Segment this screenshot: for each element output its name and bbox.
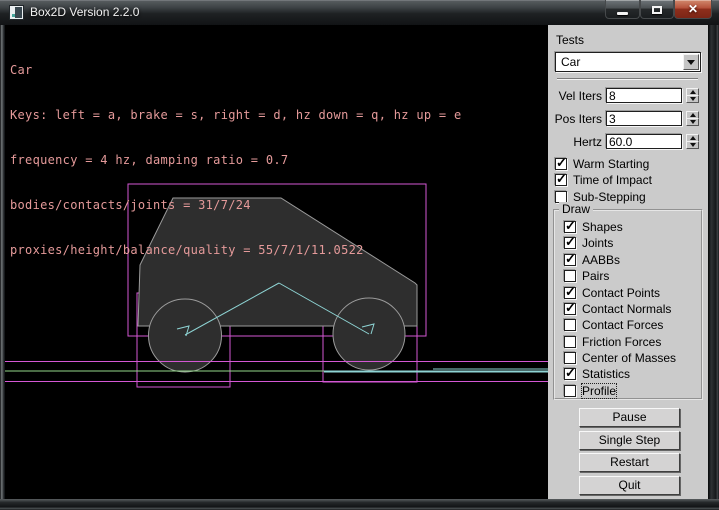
- quit-button[interactable]: Quit: [579, 476, 680, 495]
- restart-button[interactable]: Restart: [579, 453, 680, 472]
- hertz-spin-down-button[interactable]: [686, 141, 699, 149]
- app-icon-detail: [15, 7, 22, 18]
- profile-label: Profile: [582, 384, 616, 398]
- hud-text: Car Keys: left = a, brake = s, right = d…: [10, 33, 461, 288]
- pos-iters-row: Pos Iters: [548, 111, 708, 126]
- hud-line-title: Car: [10, 63, 461, 78]
- pairs-checkbox-box[interactable]: [564, 270, 576, 282]
- hud-line-bodies: bodies/contacts/joints = 31/7/24: [10, 198, 461, 213]
- caption-buttons: ✕: [605, 0, 712, 19]
- minimize-button[interactable]: [605, 0, 640, 19]
- checkmark-icon: ✓: [565, 251, 576, 267]
- pos-iters-spinner: [686, 111, 699, 126]
- contact-points-checkbox-box[interactable]: ✓: [564, 287, 576, 299]
- control-panel: Tests Car Vel Iters Pos Iters Hertz ✓ Wa…: [548, 25, 708, 499]
- vel-iters-label: Vel Iters: [548, 89, 602, 103]
- warm-starting-checkbox-box[interactable]: ✓: [555, 158, 567, 170]
- close-icon: ✕: [688, 1, 698, 18]
- vel-iters-spin-down-button[interactable]: [686, 95, 699, 103]
- window-titlebar: Box2D Version 2.2.0 ✕: [0, 0, 719, 25]
- maximize-button[interactable]: [640, 0, 674, 19]
- hud-line-keys: Keys: left = a, brake = s, right = d, hz…: [10, 108, 461, 123]
- joints-checkbox-box[interactable]: ✓: [564, 237, 576, 249]
- checkmark-icon: ✓: [565, 234, 576, 250]
- tests-dropdown-value: Car: [561, 55, 580, 69]
- center-of-masses-checkbox-box[interactable]: [564, 352, 576, 364]
- spinner-up-icon: [690, 136, 696, 140]
- statistics-label: Statistics: [582, 367, 630, 381]
- checkmark-icon: ✓: [556, 171, 567, 187]
- statistics-checkbox-box[interactable]: ✓: [564, 368, 576, 380]
- dropdown-arrow-button[interactable]: [683, 54, 699, 70]
- spinner-down-icon: [690, 120, 696, 124]
- joints-label: Joints: [582, 236, 613, 250]
- pos-iters-label: Pos Iters: [548, 112, 602, 126]
- chevron-down-icon: [687, 60, 695, 65]
- hertz-spinner: [686, 134, 699, 149]
- contact-forces-label: Contact Forces: [582, 318, 663, 332]
- app-icon-dot: [12, 14, 15, 17]
- draw-group-title: Draw: [559, 202, 593, 216]
- hertz-label: Hertz: [548, 135, 602, 149]
- shapes-label: Shapes: [582, 220, 623, 234]
- aabbs-label: AABBs: [582, 253, 620, 267]
- friction-forces-label: Friction Forces: [582, 335, 661, 349]
- warm-starting-label: Warm Starting: [573, 157, 649, 171]
- window-border-right: [708, 25, 719, 499]
- spinner-up-icon: [690, 113, 696, 117]
- center-of-masses-label: Center of Masses: [582, 351, 676, 365]
- contact-points-label: Contact Points: [582, 286, 660, 300]
- maximize-icon: [652, 6, 662, 14]
- profile-checkbox-box[interactable]: [564, 385, 576, 397]
- tests-label: Tests: [556, 33, 584, 47]
- minimize-icon: [617, 12, 628, 15]
- aabbs-checkbox-box[interactable]: ✓: [564, 254, 576, 266]
- time-of-impact-label: Time of Impact: [573, 173, 652, 187]
- checkmark-icon: ✓: [556, 155, 567, 171]
- app-icon: [9, 5, 24, 20]
- vel-iters-row: Vel Iters: [548, 88, 708, 103]
- spinner-up-icon: [690, 90, 696, 94]
- ground-lines: [5, 362, 548, 382]
- checkmark-icon: ✓: [565, 365, 576, 381]
- spinner-down-icon: [690, 143, 696, 147]
- pos-iters-input[interactable]: [606, 111, 682, 126]
- checkmark-icon: ✓: [565, 218, 576, 234]
- shapes-checkbox-box[interactable]: ✓: [564, 221, 576, 233]
- tests-dropdown[interactable]: Car: [555, 52, 701, 72]
- spinner-down-icon: [690, 97, 696, 101]
- vel-iters-spinner: [686, 88, 699, 103]
- window-title: Box2D Version 2.2.0: [30, 0, 139, 25]
- pairs-label: Pairs: [582, 269, 609, 283]
- panel-separator: [557, 78, 698, 80]
- pause-button[interactable]: Pause: [579, 408, 680, 427]
- hertz-row: Hertz: [548, 134, 708, 149]
- hertz-input[interactable]: [606, 134, 682, 149]
- hud-line-proxies: proxies/height/balance/quality = 55/7/1/…: [10, 243, 461, 258]
- single-step-button[interactable]: Single Step: [579, 431, 680, 450]
- checkmark-icon: ✓: [565, 284, 576, 300]
- contact-forces-checkbox-box[interactable]: [564, 319, 576, 331]
- contact-normals-label: Contact Normals: [582, 302, 671, 316]
- checkmark-icon: ✓: [565, 300, 576, 316]
- simulation-canvas[interactable]: Car Keys: left = a, brake = s, right = d…: [5, 25, 548, 499]
- close-button[interactable]: ✕: [674, 0, 712, 19]
- window-border-bottom: [0, 499, 719, 510]
- vel-iters-input[interactable]: [606, 88, 682, 103]
- hud-line-frequency: frequency = 4 hz, damping ratio = 0.7: [10, 153, 461, 168]
- friction-forces-checkbox-box[interactable]: [564, 336, 576, 348]
- pos-iters-spin-down-button[interactable]: [686, 118, 699, 126]
- time-of-impact-checkbox-box[interactable]: ✓: [555, 174, 567, 186]
- contact-normals-checkbox-box[interactable]: ✓: [564, 303, 576, 315]
